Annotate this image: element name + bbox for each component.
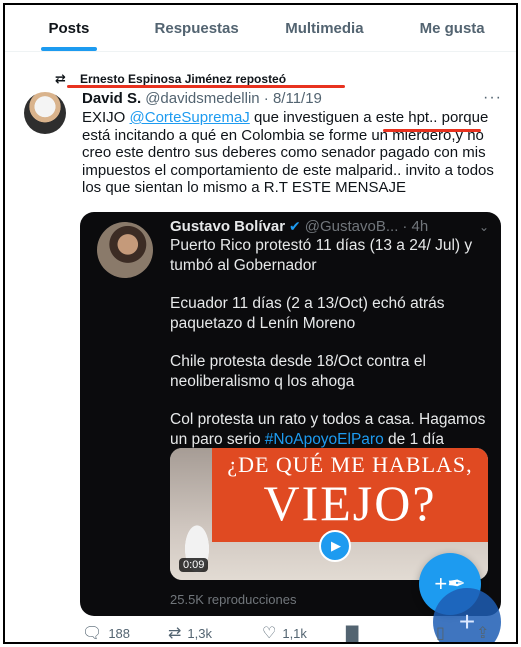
video-caption-line2: VIEJO? [263,475,437,531]
share-button[interactable]: ⇪ [476,623,502,642]
tweet-header: David S. @davidsmedellin · 8/11/19 [82,90,322,107]
quoted-text: Puerto Rico protestó 11 días (13 a 24/ J… [170,236,490,449]
quoted-header: Gustavo Bolívar ✔ @GustavoB... · 4h [170,218,428,235]
tweet-text-part: EXIJO [82,109,130,126]
analytics-button[interactable]: ▇ [346,623,436,642]
hashtag-link[interactable]: #NoApoyoElParo [265,431,384,448]
quoted-handle[interactable]: @GustavoB... [305,218,399,235]
bookmark-button[interactable]: ▯ [436,623,476,642]
repost-button[interactable]: ⇄ 1,3k [168,623,262,642]
tab-label: Posts [48,19,90,37]
heart-icon: ♡ [262,625,277,642]
tweet-actions: 🗨 188 ⇄ 1,3k ♡ 1,1k ▇ ▯ ⇪ [82,623,502,642]
chevron-down-icon[interactable]: ⌄ [479,220,489,234]
view-count: 25.5K reproducciones [170,592,297,607]
share-icon: ⇪ [476,625,490,642]
quoted-paragraph: Col protesta un rato y todos a casa. Hag… [170,410,490,449]
reply-icon: 🗨 [82,625,103,642]
tab-posts[interactable]: Posts [5,5,133,51]
quoted-paragraph-tail: de 1 día [383,430,445,448]
bookmark-icon: ▯ [436,625,445,642]
quoted-author-name[interactable]: Gustavo Bolívar [170,218,285,235]
tab-respuestas[interactable]: Respuestas [133,5,261,51]
video-banner: ¿DE QUÉ ME HABLAS, VIEJO? [212,448,488,542]
tab-multimedia[interactable]: Multimedia [261,5,389,51]
tab-label: Multimedia [285,19,364,37]
quoted-paragraph: Ecuador 11 días (2 a 13/Oct) echó atrás … [170,295,445,332]
video-duration: 0:09 [179,558,209,572]
reply-button[interactable]: 🗨 188 [82,623,168,642]
mention-link[interactable]: @CorteSupremaJ [130,109,250,126]
screenshot-frame: Posts Respuestas Multimedia Me gusta ⇄ E… [3,3,518,644]
verified-icon: ✔ [289,218,301,234]
avatar[interactable] [24,92,66,134]
bar-chart-icon: ▇ [346,625,359,642]
repost-icon: ⇄ [168,625,182,642]
tab-label: Me gusta [419,19,485,37]
quoted-time: · 4h [402,218,429,235]
annotation-underline [383,129,481,132]
more-options-icon[interactable]: ··· [483,89,502,107]
quoted-paragraph: Chile protesta desde 18/Oct contra el ne… [170,353,426,390]
like-button[interactable]: ♡ 1,1k [262,623,346,642]
author-name[interactable]: David S. [82,90,141,107]
author-handle-date[interactable]: @davidsmedellin · 8/11/19 [145,90,322,107]
repost-text: Ernesto Espinosa Jiménez reposteó [80,72,287,86]
reply-count: 188 [108,625,131,641]
tab-label: Respuestas [154,19,239,37]
repost-count: 1,3k [187,625,212,641]
like-count: 1,1k [282,625,307,641]
annotation-underline [67,85,345,88]
play-icon[interactable]: ▶ [319,530,351,562]
profile-tabs: Posts Respuestas Multimedia Me gusta [5,5,516,52]
quoted-paragraph: Puerto Rico protestó 11 días (13 a 24/ J… [170,237,473,274]
quoted-avatar[interactable] [97,222,153,278]
tweet-text: EXIJO @CorteSupremaJ que investiguen a e… [82,109,502,197]
tab-me-gusta[interactable]: Me gusta [388,5,516,51]
